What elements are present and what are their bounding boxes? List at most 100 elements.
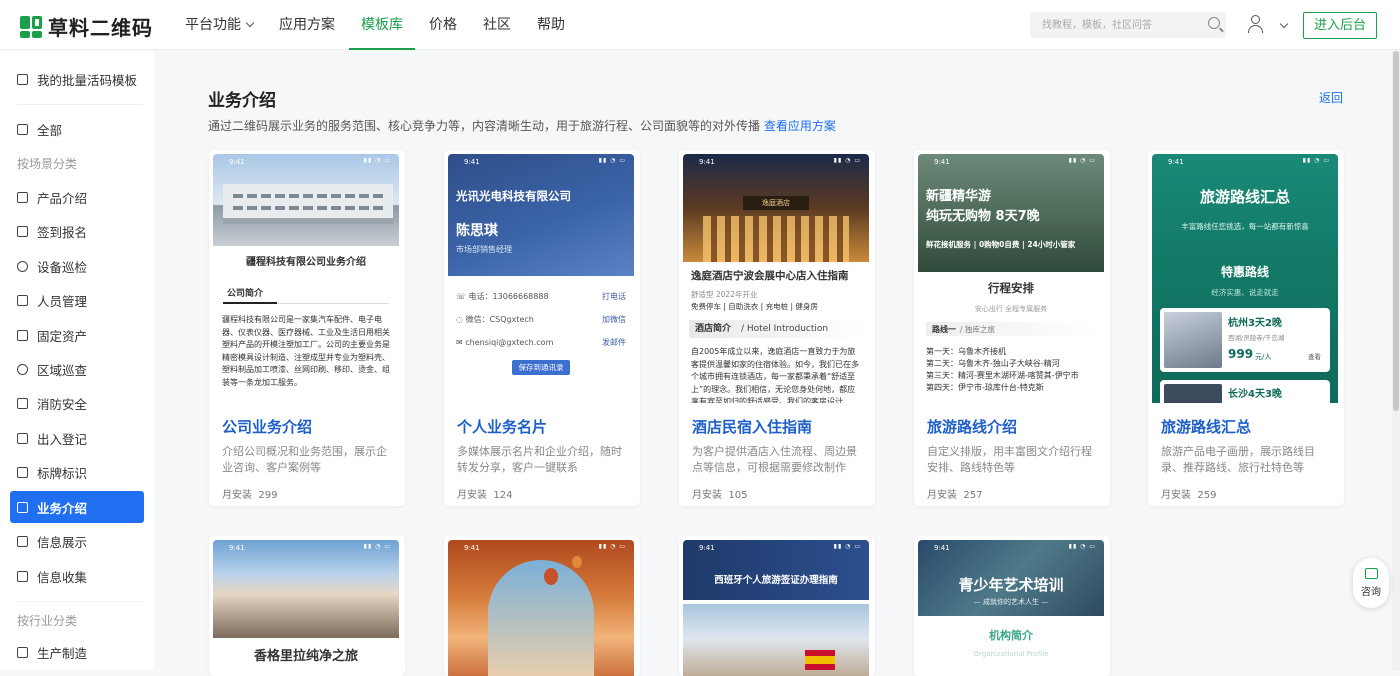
- card-installs: 月安装 124: [457, 490, 513, 501]
- edit-icon: [17, 225, 28, 237]
- template-preview: 9:41 西班牙个人旅游签证办理指南: [683, 540, 869, 676]
- spain-flag-icon: [805, 650, 835, 670]
- template-card-art-training[interactable]: 9:41 青少年艺术培训 — 成就你的艺术人生 — 机构简介 Organizat…: [914, 536, 1110, 676]
- template-card-business-card[interactable]: 9:41 光讯光电科技有限公司 陈思琪 市场部销售经理 ☏ 电话：1306666…: [444, 150, 640, 506]
- card-installs: 月安装 259: [1161, 490, 1217, 501]
- brand-logo[interactable]: 草料二维码: [20, 12, 153, 41]
- brand-name: 草料二维码: [48, 16, 153, 40]
- sidebar-item-personnel[interactable]: 人员管理: [10, 284, 144, 316]
- card-title: 个人业务名片: [457, 418, 548, 436]
- nav-help[interactable]: 帮助: [537, 0, 565, 50]
- sidebar-item-entry-registration[interactable]: 出入登记: [10, 422, 144, 454]
- snow-mountain-image: [213, 540, 399, 638]
- sidebar-item-signup[interactable]: 签到报名: [10, 215, 144, 247]
- qr-logo-icon: [20, 15, 42, 38]
- route-photo: [1164, 312, 1222, 368]
- nav-solutions[interactable]: 应用方案: [279, 0, 335, 50]
- sidebar-item-signage[interactable]: 标牌标识: [10, 456, 144, 488]
- template-preview: 9:41 光讯光电科技有限公司 陈思琪 市场部销售经理 ☏ 电话：1306666…: [448, 154, 634, 403]
- card-description: 介绍公司概况和业务范围，展示企业咨询、客户案例等: [222, 445, 387, 474]
- template-card-hotel-guide[interactable]: 逸庭酒店 9:41 逸庭酒店宁波会展中心店入住指南 舒适型 2022年开业 免费…: [679, 150, 875, 506]
- template-card-balloon-tour[interactable]: 9:41: [444, 536, 640, 676]
- chevron-down-icon: [245, 18, 255, 28]
- sidebar-item-business-intro[interactable]: 业务介绍: [10, 491, 144, 523]
- info-icon: [17, 535, 28, 547]
- sidebar-item-product-intro[interactable]: 产品介绍: [10, 181, 144, 213]
- fire-extinguisher-icon: [17, 397, 28, 409]
- sidebar-item-info-collection[interactable]: 信息收集: [10, 560, 144, 592]
- main-nav: 平台功能 应用方案 模板库 价格 社区 帮助: [185, 0, 591, 50]
- sidebar-item-fire-safety[interactable]: 消防安全: [10, 387, 144, 419]
- enter-console-button[interactable]: 进入后台: [1303, 12, 1377, 39]
- page-description: 通过二维码展示业务的服务范围、核心竞争力等，内容清晰生动，用于旅游行程、公司面貌…: [208, 119, 836, 133]
- card-installs: 月安装 105: [692, 490, 748, 501]
- sidebar-category-scene: 按场景分类: [17, 157, 78, 171]
- view-solution-link[interactable]: 查看应用方案: [764, 119, 836, 133]
- sidebar-item-equipment-inspection[interactable]: 设备巡检: [10, 250, 144, 282]
- card-description: 为客户提供酒店入住流程、周边景点等信息，可根据需要修改制作: [692, 445, 857, 474]
- city-image: [683, 604, 869, 676]
- template-preview: 9:41 新疆精华游 纯玩无购物 8天7晚 鲜花接机服务 | 0购物0自费 | …: [918, 154, 1104, 403]
- sidebar-item-fixed-assets[interactable]: 固定资产: [10, 319, 144, 351]
- card-description: 多媒体展示名片和企业介绍，随时转发分享，客户一键联系: [457, 445, 622, 474]
- search-icon[interactable]: [1208, 17, 1220, 29]
- sidebar-category-industry: 按行业分类: [17, 614, 78, 628]
- tag-icon: [17, 466, 28, 478]
- card-description: 自定义排版，用丰富图文介绍行程安排、路线特色等: [927, 445, 1092, 474]
- user-icon: [1251, 15, 1260, 24]
- chevron-down-icon: [1279, 19, 1289, 29]
- card-title: 旅游路线汇总: [1161, 418, 1252, 436]
- template-icon: [17, 73, 28, 85]
- card-title: 酒店民宿入住指南: [692, 418, 813, 436]
- user-menu[interactable]: [1247, 14, 1289, 36]
- hotel-image: 逸庭酒店: [683, 154, 869, 262]
- template-card-shangri-la[interactable]: 9:41 香格里拉纯净之旅: [209, 536, 405, 676]
- balloon-icon: [572, 556, 582, 568]
- template-card-company-intro[interactable]: 9:41 疆程科技有限公司业务介绍 公司简介 疆程科技有限公司是一家集汽车配件、…: [209, 150, 405, 506]
- template-preview: 逸庭酒店 9:41 逸庭酒店宁波会展中心店入住指南 舒适型 2022年开业 免费…: [683, 154, 869, 403]
- template-preview: 9:41 香格里拉纯净之旅: [213, 540, 399, 676]
- card-installs: 月安装 299: [222, 490, 278, 501]
- top-bar: 草料二维码 平台功能 应用方案 模板库 价格 社区 帮助 进入后台: [0, 0, 1400, 50]
- card-description: 旅游产品电子画册，展示路线目录、推荐路线、旅行社特色等: [1161, 445, 1315, 474]
- page-scrollbar[interactable]: [1392, 51, 1400, 670]
- bookmark-icon: [17, 123, 28, 135]
- card-title: 旅游路线介绍: [927, 418, 1018, 436]
- nav-community[interactable]: 社区: [483, 0, 511, 50]
- checkbox-icon: [17, 570, 28, 582]
- nav-platform-features[interactable]: 平台功能: [185, 0, 255, 50]
- sidebar-item-all[interactable]: 全部: [10, 113, 144, 145]
- factory-icon: [17, 646, 28, 658]
- template-card-spain-visa[interactable]: 9:41 西班牙个人旅游签证办理指南: [679, 536, 875, 676]
- template-card-tour-collection[interactable]: 9:41 旅游路线汇总 丰富路线任您挑选，每一站都有新惊喜 特惠路线 经济实惠、…: [1148, 150, 1344, 506]
- box-icon: [17, 191, 28, 203]
- card-installs: 月安装 257: [927, 490, 983, 501]
- sidebar-item-my-batch-templates[interactable]: 我的批量活码模板: [10, 63, 144, 95]
- template-preview: 9:41 疆程科技有限公司业务介绍 公司简介 疆程科技有限公司是一家集汽车配件、…: [213, 154, 399, 403]
- nav-templates[interactable]: 模板库: [349, 0, 415, 50]
- back-link[interactable]: 返回: [1319, 89, 1343, 106]
- inspector-icon: [17, 260, 28, 272]
- sidebar-item-info-display[interactable]: 信息展示: [10, 525, 144, 557]
- route-item: 长沙4天3晚: [1160, 380, 1330, 403]
- page-title: 业务介绍: [208, 91, 276, 111]
- briefcase-icon: [17, 501, 28, 513]
- sidebar-item-manufacturing[interactable]: 生产制造: [10, 636, 144, 668]
- nav-pricing[interactable]: 价格: [429, 0, 457, 50]
- sidebar: 我的批量活码模板 全部 按场景分类 产品介绍 签到报名 设备巡检 人员管理 固定…: [0, 51, 154, 670]
- scrollbar-thumb[interactable]: [1393, 51, 1399, 411]
- chat-icon: [1364, 568, 1378, 579]
- location-icon: [17, 363, 28, 375]
- balloon-icon: [544, 568, 558, 585]
- consult-button[interactable]: 咨询: [1353, 558, 1389, 608]
- person-card-icon: [17, 294, 28, 306]
- template-preview: 9:41 青少年艺术培训 — 成就你的艺术人生 — 机构简介 Organizat…: [918, 540, 1104, 676]
- asset-icon: [17, 329, 28, 341]
- template-card-tour-route[interactable]: 9:41 新疆精华游 纯玩无购物 8天7晚 鲜花接机服务 | 0购物0自费 | …: [914, 150, 1110, 506]
- sidebar-item-area-patrol[interactable]: 区域巡查: [10, 353, 144, 385]
- template-preview: 9:41 旅游路线汇总 丰富路线任您挑选，每一站都有新惊喜 特惠路线 经济实惠、…: [1152, 154, 1338, 403]
- search-input[interactable]: [1030, 12, 1226, 38]
- arch-view-image: [488, 560, 594, 676]
- card-title: 公司业务介绍: [222, 418, 313, 436]
- template-preview: 9:41: [448, 540, 634, 676]
